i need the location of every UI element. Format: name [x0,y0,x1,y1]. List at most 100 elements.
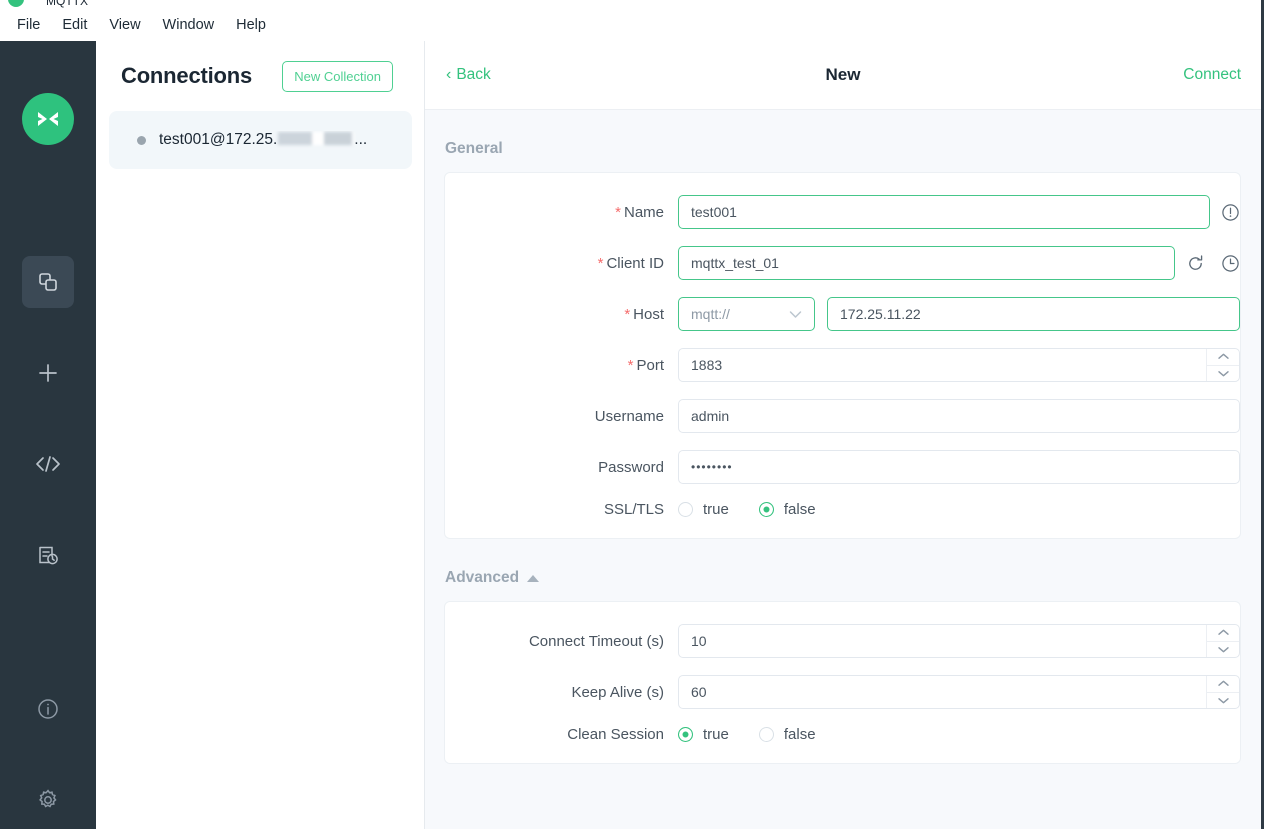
ssl-radio-false[interactable]: false [758,501,816,518]
clean-session-false-label: false [783,726,816,743]
chevron-down-icon [789,307,802,322]
section-heading-general: General [425,110,1261,172]
required-marker: * [627,356,634,374]
ssl-radio-group: true false [678,501,816,518]
connect-timeout-label: Connect Timeout (s) [528,632,664,650]
connect-timeout-stepper [1206,625,1239,657]
settings-gear-icon [36,788,60,812]
menubar: File Edit View Window Help [0,9,1264,41]
required-marker: * [624,305,631,323]
clean-session-radio-true[interactable]: true [678,726,729,743]
connections-header: Connections New Collection [96,41,425,111]
stepper-down-icon[interactable] [1207,366,1239,382]
host-address-input[interactable]: 172.25.11.22 [827,297,1240,331]
radio-dot-icon [758,502,774,517]
client-id-field-icons [1186,254,1240,273]
required-marker: * [615,203,621,221]
field-row-ssl: SSL/TLS true false [445,501,1240,518]
username-input[interactable]: admin [678,399,1240,433]
connect-button[interactable]: Connect [1183,66,1241,84]
page-title: Connections [121,63,253,88]
menu-item-file[interactable]: File [8,14,49,36]
name-label: * Name [445,204,678,221]
app-logo-icon [8,0,24,7]
mqttx-logo-icon [22,93,74,145]
name-label-text: Name [623,203,664,221]
clean-session-radio-group: true false [678,726,816,743]
window-title: MQTTX [46,0,88,8]
port-label: * Port [445,357,678,374]
code-brackets-icon [35,453,61,475]
menu-item-edit[interactable]: Edit [53,14,96,36]
field-row-client-id: * Client ID mqttx_test_01 [445,246,1240,280]
clean-session-label: Clean Session [567,726,664,743]
main-pane: ‹ Back New Connect General * Name test001 [425,41,1261,829]
triangle-up-icon [527,574,540,582]
new-collection-button[interactable]: New Collection [282,60,393,92]
general-heading-label: General [445,140,503,157]
password-label: Password [598,458,664,476]
host-label-text: Host [633,305,664,323]
password-input[interactable]: •••••••• [678,450,1240,484]
connections-panel: Connections New Collection test001@172.2… [96,41,425,829]
script-log-icon [37,544,59,566]
sidebar-item-settings[interactable] [22,774,74,826]
stepper-up-icon[interactable] [1207,625,1239,642]
sidebar-item-log[interactable] [22,529,74,581]
name-input[interactable]: test001 [678,195,1210,229]
stepper-down-icon[interactable] [1207,693,1239,709]
ssl-radio-true[interactable]: true [678,501,729,518]
host-protocol-select[interactable]: mqtt:// [678,297,815,331]
port-value: 1883 [691,357,723,373]
connections-icon [37,271,59,293]
sidebar-item-about[interactable] [22,683,74,735]
field-row-host: * Host mqtt:// 172.25.11.22 [445,297,1240,331]
connect-timeout-input[interactable]: 10 [678,624,1240,658]
port-input[interactable]: 1883 [678,348,1240,382]
ssl-false-label: false [783,501,816,518]
general-card: * Name test001 * Client ID mqttx_test_01… [444,172,1241,539]
menu-item-help[interactable]: Help [227,14,275,36]
refresh-icon[interactable] [1186,254,1205,273]
info-circle-icon[interactable] [1221,203,1240,222]
client-id-label-text: Client ID [606,254,664,272]
field-row-clean-session: Clean Session true false [445,726,1240,743]
port-stepper [1206,349,1239,381]
stepper-up-icon[interactable] [1207,676,1239,693]
keep-alive-stepper [1206,676,1239,708]
main-header: ‹ Back New Connect [425,41,1261,110]
username-label: Username [594,407,664,425]
clock-icon[interactable] [1221,254,1240,273]
connections-list: test001@172.25. ... [96,111,425,169]
menu-item-view[interactable]: View [100,14,149,36]
list-item-ellipsis: ... [354,131,368,148]
stepper-down-icon[interactable] [1207,642,1239,658]
radio-dot-icon [758,727,774,742]
clean-session-radio-false[interactable]: false [758,726,816,743]
section-heading-advanced[interactable]: Advanced [425,539,1261,601]
field-row-connect-timeout: Connect Timeout (s) 10 [445,624,1240,658]
menu-item-window[interactable]: Window [154,14,224,36]
name-field-icons [1221,203,1240,222]
sidebar-item-connections[interactable] [22,256,74,308]
stepper-up-icon[interactable] [1207,349,1239,366]
info-circle-icon [36,697,60,721]
field-row-port: * Port 1883 [445,348,1240,382]
left-icon-rail [0,41,96,829]
form-scroll-area[interactable]: General * Name test001 * Client ID mqttx… [425,110,1261,829]
window-titlebar: MQTTX [0,0,1264,9]
plus-icon [36,361,60,385]
field-row-keep-alive: Keep Alive (s) 60 [445,675,1240,709]
radio-dot-icon [678,502,693,517]
list-item-name: test001@172.25. [159,131,278,148]
connect-timeout-value: 10 [691,633,707,649]
keep-alive-label: Keep Alive (s) [571,683,664,701]
sidebar-item-script[interactable] [22,438,74,490]
radio-dot-icon [678,727,693,742]
sidebar-item-new-connection[interactable] [22,347,74,399]
client-id-input[interactable]: mqttx_test_01 [678,246,1175,280]
list-item[interactable]: test001@172.25. ... [109,111,412,169]
keep-alive-input[interactable]: 60 [678,675,1240,709]
list-item-label: test001@172.25. ... [159,131,367,149]
clean-session-true-label: true [703,726,729,743]
